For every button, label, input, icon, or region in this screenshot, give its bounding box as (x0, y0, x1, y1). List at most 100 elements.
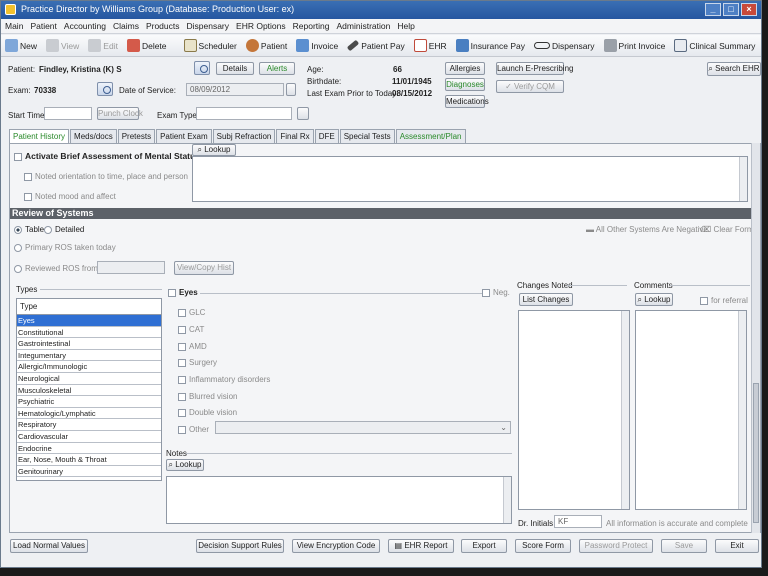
list-changes-button[interactable]: List Changes (519, 293, 573, 306)
comments-field[interactable] (635, 310, 747, 510)
list-item[interactable]: Integumentary (17, 350, 161, 362)
exam-type-field[interactable] (196, 107, 292, 120)
table-radio[interactable]: Table (14, 225, 44, 234)
exit-button[interactable]: Exit (715, 539, 759, 553)
edit-button[interactable]: Edit (88, 39, 118, 52)
launch-e-prescribing-button[interactable]: Launch E-Prescribing (496, 62, 573, 75)
menu-ehr-options[interactable]: EHR Options (236, 21, 286, 31)
tab-meds-docs[interactable]: Meds/docs (70, 129, 117, 143)
other-checkbox[interactable]: Other (178, 425, 209, 434)
clinical-summary-button[interactable]: Clinical Summary (674, 39, 755, 52)
menu-claims[interactable]: Claims (113, 21, 139, 31)
mental-status-lookup-button[interactable]: ⌕ Lookup (192, 144, 236, 156)
clear-form-button[interactable]: ⌫ Clear Form (700, 225, 754, 234)
menu-patient[interactable]: Patient (30, 21, 56, 31)
delete-button[interactable]: Delete (126, 39, 167, 52)
detailed-radio[interactable]: Detailed (44, 225, 84, 234)
dispensary-button[interactable]: Dispensary (534, 41, 595, 51)
list-item[interactable]: Hematologic/Lymphatic (17, 408, 161, 420)
scroll-thumb[interactable] (753, 383, 759, 523)
list-item[interactable]: Genitourinary (17, 466, 161, 478)
view-button[interactable]: View (46, 39, 79, 52)
menu-administration[interactable]: Administration (337, 21, 391, 31)
view-copy-hist-button[interactable]: View/Copy Hist (174, 261, 234, 275)
list-item[interactable]: Respiratory (17, 419, 161, 431)
date-picker-button[interactable] (286, 83, 296, 96)
details-button[interactable]: Details (216, 62, 254, 75)
tab-patient-exam[interactable]: Patient Exam (156, 129, 212, 143)
primary-ros-radio[interactable]: Primary ROS taken today (14, 243, 116, 252)
blurred-vision-checkbox[interactable]: Blurred vision (178, 392, 237, 401)
reviewed-ros-radio[interactable]: Reviewed ROS from: (14, 264, 100, 273)
insurance-pay-button[interactable]: Insurance Pay (455, 39, 525, 52)
list-item[interactable]: Endocrine (17, 443, 161, 455)
menu-reporting[interactable]: Reporting (293, 21, 330, 31)
menu-help[interactable]: Help (397, 21, 414, 31)
glc-checkbox[interactable]: GLC (178, 308, 205, 317)
exam-type-dropdown[interactable] (297, 107, 309, 120)
cat-checkbox[interactable]: CAT (178, 325, 204, 334)
export-button[interactable]: Export (461, 539, 507, 553)
list-item[interactable]: Psychiatric (17, 396, 161, 408)
ros-notes-field[interactable] (166, 476, 512, 524)
amd-checkbox[interactable]: AMD (178, 342, 207, 351)
menu-products[interactable]: Products (146, 21, 180, 31)
save-button[interactable]: Save (661, 539, 707, 553)
inflammatory-checkbox[interactable]: Inflammatory disorders (178, 375, 270, 384)
maximize-button[interactable]: □ (723, 3, 739, 16)
diagnoses-button[interactable]: Diagnoses (445, 78, 485, 91)
list-item[interactable]: Musculoskeletal (17, 385, 161, 397)
date-of-service-field[interactable]: 08/09/2012 (186, 83, 284, 96)
reviewed-ros-date[interactable] (97, 261, 165, 274)
changes-noted-field[interactable] (518, 310, 630, 510)
menu-accounting[interactable]: Accounting (64, 21, 106, 31)
changes-scrollbar[interactable] (621, 311, 629, 509)
decision-support-rules-button[interactable]: Decision Support Rules (196, 539, 284, 553)
eyes-neg-checkbox[interactable]: Neg. (482, 288, 510, 297)
mental-status-notes[interactable] (192, 156, 748, 202)
other-dropdown[interactable]: ⌄ (215, 421, 511, 434)
menu-main[interactable]: Main (5, 21, 23, 31)
eyes-checkbox[interactable]: Eyes (168, 288, 198, 297)
mental-status-checkbox[interactable]: Activate Brief Assessment of Mental Stat… (14, 151, 200, 161)
patient-lookup-button[interactable] (194, 61, 210, 75)
verify-cqm-button[interactable]: ✓ Verify CQM (496, 80, 564, 93)
orientation-checkbox[interactable]: Noted orientation to time, place and per… (24, 172, 188, 181)
list-item[interactable]: Gastrointestinal (17, 338, 161, 350)
tab-subj-refraction[interactable]: Subj Refraction (212, 129, 276, 143)
comments-lookup-button[interactable]: ⌕ Lookup (635, 293, 673, 306)
view-encryption-code-button[interactable]: View Encryption Code (292, 539, 380, 553)
list-item[interactable]: Ear, Nose, Mouth & Throat (17, 454, 161, 466)
for-referral-checkbox[interactable]: for referral (700, 296, 748, 305)
tab-dfe[interactable]: DFE (314, 129, 339, 143)
tab-pretests[interactable]: Pretests (117, 129, 156, 143)
medications-button[interactable]: Medications (445, 95, 489, 108)
all-negative-button[interactable]: ▬ All Other Systems Are Negative (586, 225, 708, 234)
patient-button[interactable]: Patient (245, 39, 287, 52)
start-time-field[interactable] (44, 107, 92, 120)
surgery-checkbox[interactable]: Surgery (178, 358, 217, 367)
form-scrollbar[interactable] (751, 143, 760, 533)
scheduler-button[interactable]: Scheduler (183, 39, 237, 52)
punch-clock-button[interactable]: Punch Clock (97, 107, 143, 120)
new-button[interactable]: New (5, 39, 37, 52)
exam-lookup-button[interactable] (97, 82, 113, 96)
ehr-report-button[interactable]: ▤ EHR Report (388, 539, 454, 553)
alerts-button[interactable]: Alerts (259, 62, 295, 75)
close-button[interactable]: × (741, 3, 757, 16)
title-bar[interactable]: Practice Director by Williams Group (Dat… (1, 1, 761, 19)
search-ehr-button[interactable]: ⌕ Search EHR (707, 62, 761, 76)
comments-scrollbar[interactable] (738, 311, 746, 509)
load-normal-values-button[interactable]: Load Normal Values (10, 539, 88, 553)
tab-assessment-plan[interactable]: Assessment/Plan (395, 129, 466, 143)
notes-scrollbar[interactable] (739, 157, 747, 201)
tab-special-tests[interactable]: Special Tests (339, 129, 395, 143)
password-protect-button[interactable]: Password Protect (579, 539, 653, 553)
ehr-button[interactable]: EHR (413, 39, 447, 52)
score-form-button[interactable]: Score Form (515, 539, 571, 553)
tab-final-rx[interactable]: Final Rx (276, 129, 314, 143)
menu-dispensary[interactable]: Dispensary (187, 21, 230, 31)
list-item[interactable]: Neurological (17, 373, 161, 385)
tab-patient-history[interactable]: Patient History (9, 129, 70, 144)
invoice-button[interactable]: Invoice (296, 39, 338, 52)
